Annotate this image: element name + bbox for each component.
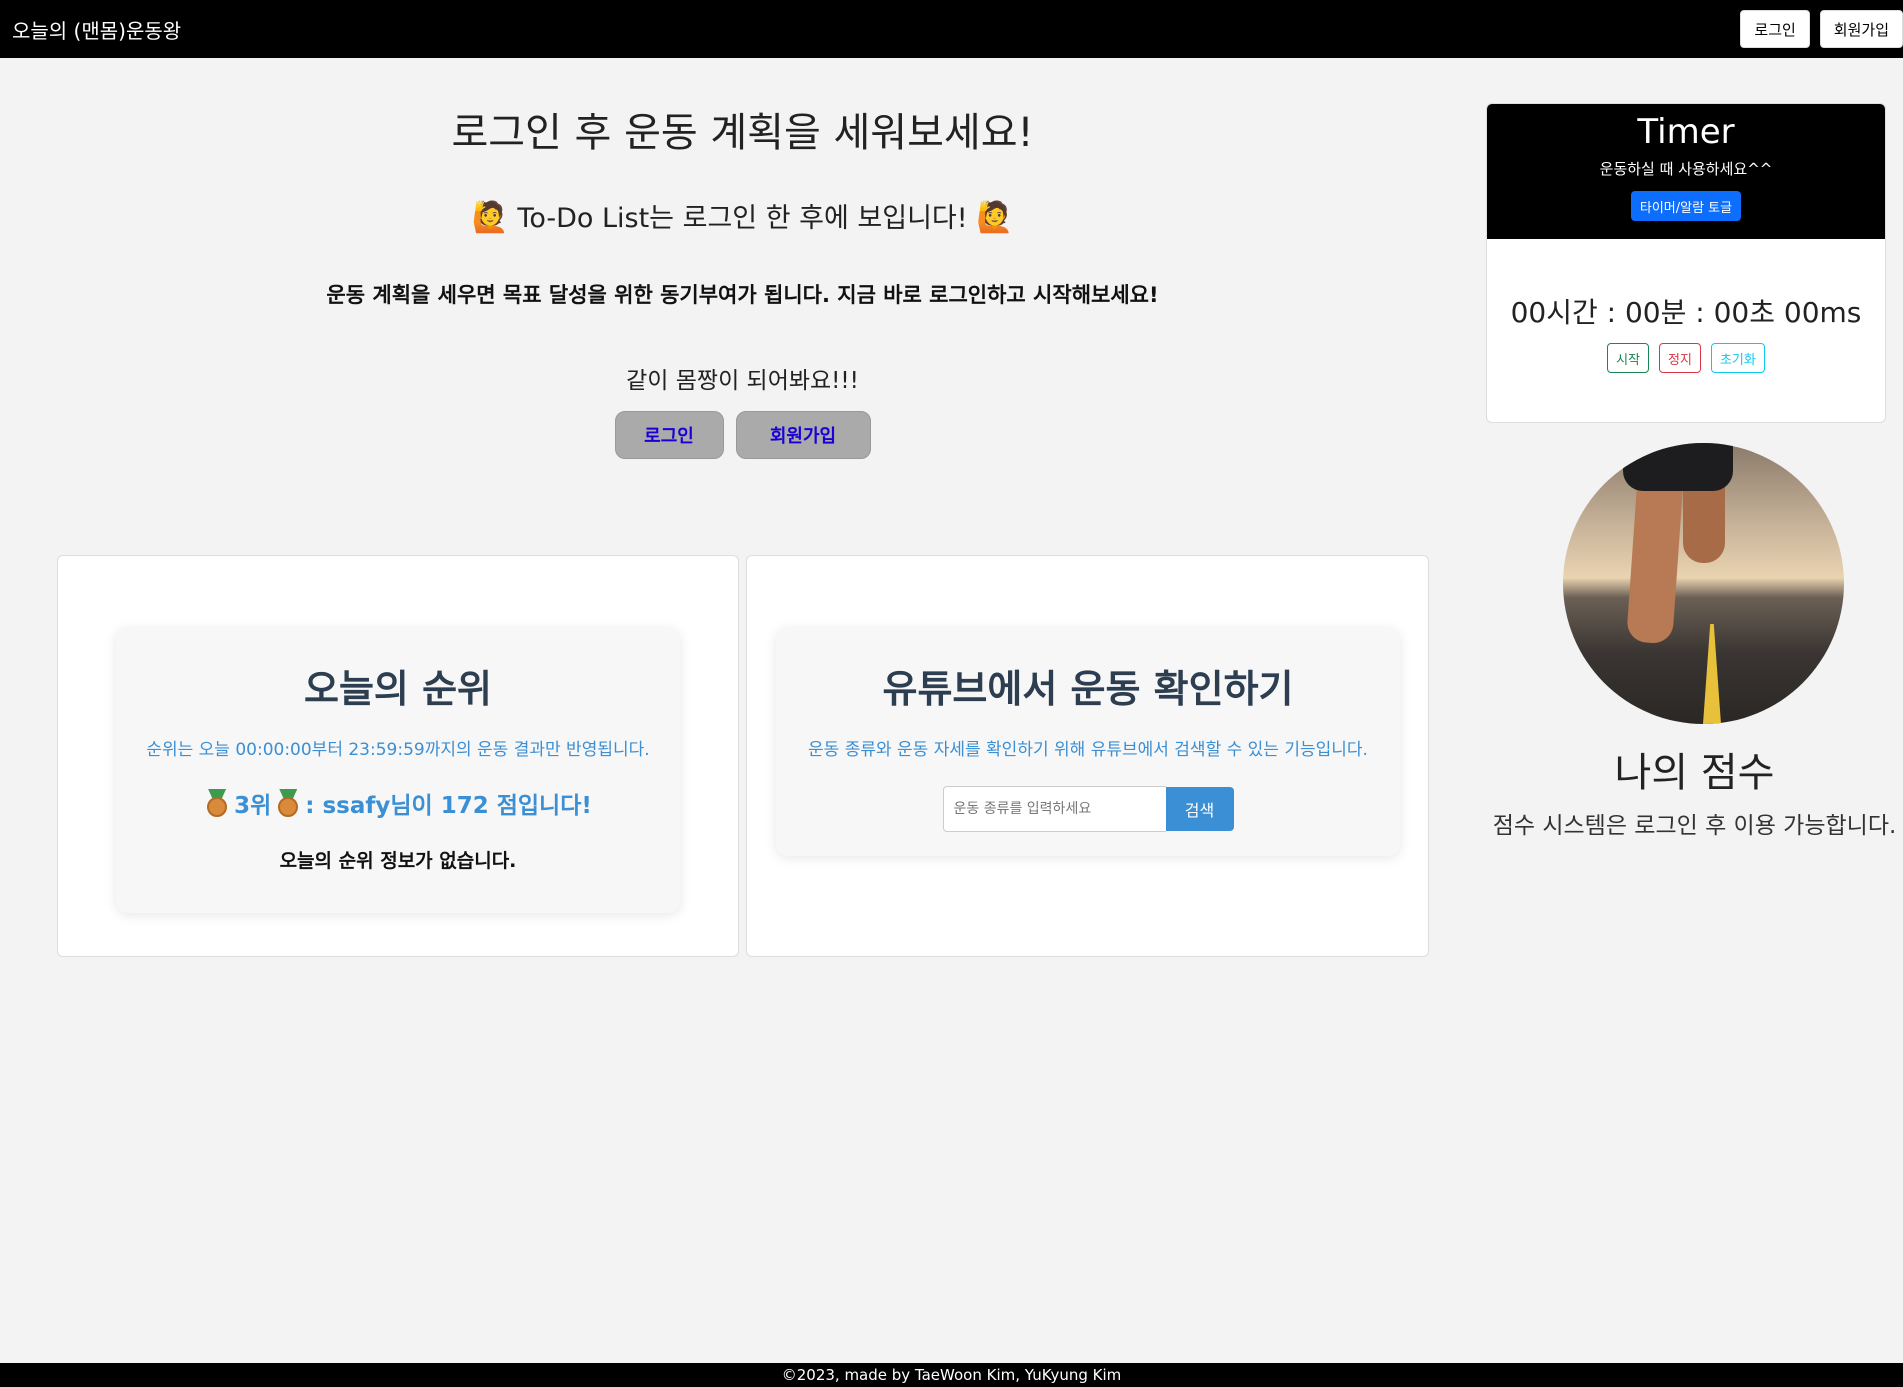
hero-signup-button[interactable]: 회원가입 xyxy=(735,411,871,459)
my-score-title: 나의 점수 xyxy=(1614,750,1775,796)
hero-section: 로그인 후 운동 계획을 세워보세요! 🙋 To-Do List는 로그인 한 … xyxy=(0,58,1485,459)
exercise-search-input[interactable] xyxy=(942,786,1166,832)
youtube-panel: 유튜브에서 운동 확인하기 운동 종류와 운동 자세를 확인하기 위해 유튜브에… xyxy=(776,628,1400,856)
ranking-entry: 3위 : ssafy님이 172 점입니다! xyxy=(116,786,680,820)
raising-hand-icon: 🙋 xyxy=(976,200,1014,235)
youtube-subtitle: 운동 종류와 운동 자세를 확인하기 위해 유튜브에서 검색할 수 있는 기능입… xyxy=(808,740,1368,760)
footer: ©2023, made by TaeWoon Kim, YuKyung Kim xyxy=(0,1363,1903,1387)
timer-stop-button[interactable]: 정지 xyxy=(1659,343,1701,373)
timer-display: 00시간 : 00분 : 00초 00ms xyxy=(1510,296,1862,329)
runner-image xyxy=(1563,443,1844,724)
timer-alarm-toggle-button[interactable]: 타이머/알람 토글 xyxy=(1630,191,1742,221)
raising-hand-icon: 🙋 xyxy=(471,200,509,235)
timer-panel: Timer 운동하실 때 사용하세요^^ 타이머/알람 토글 00시간 : 00… xyxy=(1486,103,1886,423)
ranking-card: 오늘의 순위 순위는 오늘 00:00:00부터 23:59:59까지의 운동 … xyxy=(57,555,739,957)
rank-score-text: : ssafy님이 172 점입니다! xyxy=(305,793,592,819)
youtube-card: 유튜브에서 운동 확인하기 운동 종류와 운동 자세를 확인하기 위해 유튜브에… xyxy=(746,555,1429,957)
timer-controls: 시작 정지 초기화 xyxy=(1487,343,1885,373)
my-score-section: 나의 점수 점수 시스템은 로그인 후 이용 가능합니다. xyxy=(1486,740,1903,840)
timer-subtitle: 운동하실 때 사용하세요^^ xyxy=(1599,160,1773,178)
timer-start-button[interactable]: 시작 xyxy=(1607,343,1650,373)
navbar-login-button[interactable]: 로그인 xyxy=(1740,10,1810,48)
hero-actions: 로그인 회원가입 xyxy=(0,411,1485,459)
ranking-empty-message: 오늘의 순위 정보가 없습니다. xyxy=(279,850,517,872)
navbar-signup-button[interactable]: 회원가입 xyxy=(1819,10,1903,48)
ranking-subtitle: 순위는 오늘 00:00:00부터 23:59:59까지의 운동 결과만 반영됩… xyxy=(146,740,650,760)
timer-header: Timer 운동하실 때 사용하세요^^ 타이머/알람 토글 xyxy=(1487,104,1885,239)
ranking-panel: 오늘의 순위 순위는 오늘 00:00:00부터 23:59:59까지의 운동 … xyxy=(116,628,680,913)
todo-notice: 🙋 To-Do List는 로그인 한 후에 보입니다! 🙋 xyxy=(0,196,1485,235)
search-button[interactable]: 검색 xyxy=(1165,787,1234,831)
brand-logo[interactable]: 오늘의 (맨몸)운동왕 xyxy=(12,15,181,44)
ranking-title: 오늘의 순위 xyxy=(303,667,493,711)
youtube-search-form: 검색 xyxy=(776,786,1400,832)
hero-description: 운동 계획을 세우면 목표 달성을 위한 동기부여가 됩니다. 지금 바로 로그… xyxy=(326,283,1159,307)
hero-login-button[interactable]: 로그인 xyxy=(614,411,724,459)
rank-position: 3위 xyxy=(234,793,272,819)
my-score-subtitle: 점수 시스템은 로그인 후 이용 가능합니다. xyxy=(1492,813,1897,839)
timer-reset-button[interactable]: 초기화 xyxy=(1710,343,1765,373)
top-navbar: 오늘의 (맨몸)운동왕 로그인 회원가입 xyxy=(0,0,1903,58)
navbar-actions: 로그인 회원가입 xyxy=(1740,10,1903,48)
hero-title: 로그인 후 운동 계획을 세워보세요! xyxy=(451,110,1034,156)
youtube-title: 유튜브에서 운동 확인하기 xyxy=(882,667,1294,711)
todo-notice-text: To-Do List는 로그인 한 후에 보입니다! xyxy=(517,203,968,234)
hero-cheer: 같이 몸짱이 되어봐요!!! xyxy=(626,368,859,394)
medal-icon xyxy=(204,789,230,817)
medal-icon xyxy=(275,789,301,817)
timer-title: Timer xyxy=(1637,112,1735,152)
